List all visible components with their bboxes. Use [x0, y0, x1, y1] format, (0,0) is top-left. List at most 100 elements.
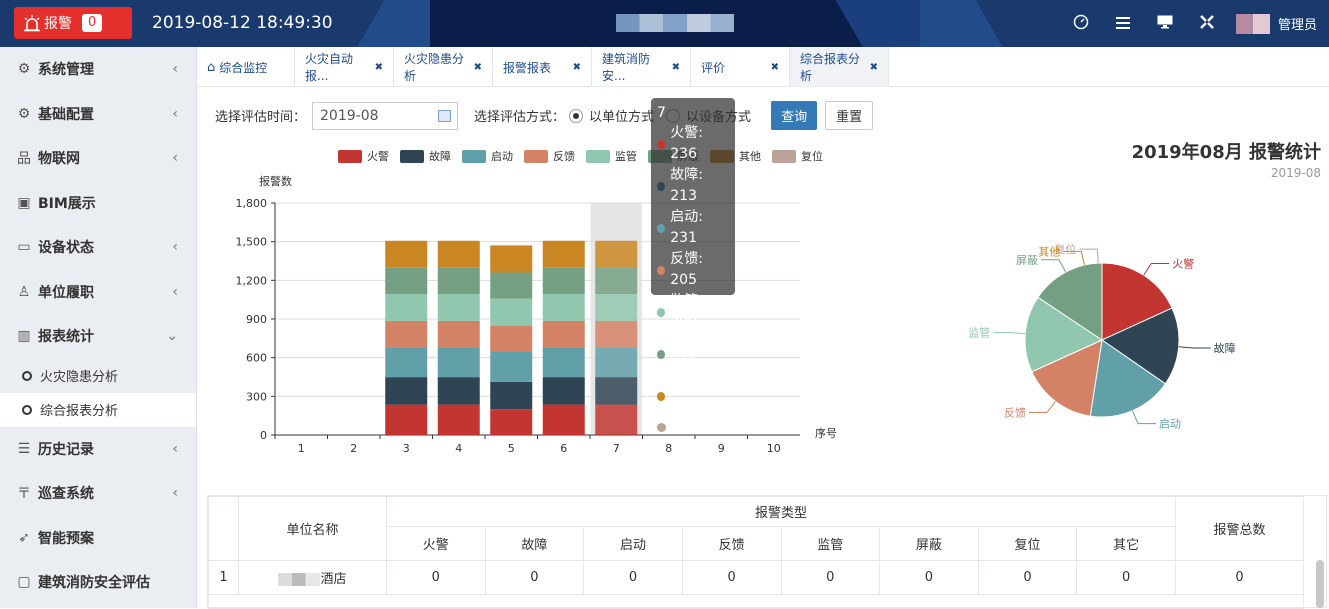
sidebar-item-label: 巡查系统 — [38, 486, 94, 503]
x-tick-label: 1 — [298, 442, 305, 455]
tab-fire-hazard[interactable]: 火灾隐患分析 ✖ — [394, 47, 493, 87]
tooltip-title: 7 — [657, 105, 666, 121]
calendar-icon[interactable] — [438, 109, 452, 122]
sidebar-item-label: 智能预案 — [38, 530, 94, 547]
unit-name-redacted — [278, 573, 321, 586]
alarm-button[interactable]: 报警 0 — [14, 7, 132, 39]
sidebar-item-system[interactable]: ⚙ 系统管理 ‹ — [0, 47, 196, 92]
scrollbar[interactable] — [1316, 560, 1324, 608]
avatar[interactable] — [1235, 13, 1270, 34]
bar-segment — [542, 240, 585, 268]
tab-fire-auto[interactable]: 火灾自动报... ✖ — [295, 47, 394, 87]
y-tick-label: 1,800 — [236, 197, 268, 210]
legend-label: 反馈 — [553, 150, 575, 163]
sidebar-item-label: 系统管理 — [38, 62, 94, 79]
image-icon: ▣ — [17, 194, 31, 211]
tab-comprehensive-report[interactable]: 综合报表分析 ✖ — [790, 47, 889, 87]
sidebar-item-label: 设备状态 — [38, 240, 94, 257]
fullscreen-icon[interactable] — [1186, 14, 1228, 33]
chart-tooltip: 7 火警: 236 故障: 213 启动: 231 反馈: 205 监管: 209 屏蔽:… — [651, 98, 735, 435]
tab-alarm-report[interactable]: 报警报表 ✖ — [493, 47, 592, 87]
tooltip-row: 屏蔽: 203 — [657, 333, 729, 375]
sidebar-item-reports[interactable]: ▥ 报表统计 ⌄ — [0, 314, 196, 359]
x-tick-label: 7 — [613, 442, 620, 455]
table-cell: 0 — [583, 560, 683, 595]
sidebar-subitem-comprehensive-report[interactable]: 综合报表分析 — [0, 392, 196, 427]
table-index-header — [208, 496, 239, 561]
bar-segment — [385, 377, 428, 405]
circle-icon — [22, 404, 32, 415]
date-value: 2019-08 — [320, 107, 379, 124]
tab-label: 报警报表 — [503, 60, 552, 75]
mode-unit-label: 以单位方式 — [589, 110, 655, 125]
x-axis-label: 序号 — [815, 426, 837, 440]
table-cell: 0 — [681, 560, 782, 595]
username[interactable]: 管理员 — [1278, 14, 1317, 33]
chevron-left-icon: ‹ — [172, 440, 178, 457]
bar-chart-icon: ▥ — [17, 328, 31, 345]
tooltip-text: 复位: 0 — [671, 419, 718, 435]
bar-segment — [385, 240, 428, 268]
sidebar-item-iot[interactable]: 品物联网 ‹ — [0, 136, 196, 181]
close-icon[interactable]: ✖ — [771, 62, 779, 73]
bar-segment — [542, 267, 585, 294]
sidebar-item-unit-duty[interactable]: ♙ 单位履职 ‹ — [0, 270, 196, 315]
close-icon[interactable]: ✖ — [573, 62, 581, 73]
sidebar-item-label: BIM展示 — [38, 195, 96, 212]
sidebar-item-smart-plan[interactable]: ➶ 智能预案 — [0, 516, 196, 561]
bar-segment — [385, 404, 428, 435]
tooltip-dot — [657, 223, 666, 233]
legend-label: 火警 — [367, 149, 389, 163]
legend-swatch — [462, 150, 486, 163]
sidebar-item-label: 物联网 — [38, 151, 80, 168]
sidebar-item-safety-eval[interactable]: ▢ 建筑消防安全评估 — [0, 560, 196, 605]
table-row-partial — [208, 594, 1304, 609]
pie-label: 其他 — [1038, 245, 1060, 258]
tooltip-text: 启动: 231 — [670, 209, 703, 246]
menu-icon[interactable] — [1102, 14, 1144, 33]
pie-leader-line — [1143, 262, 1170, 276]
tab-evaluation[interactable]: 评价 ✖ — [691, 47, 790, 87]
legend-swatch — [586, 150, 610, 163]
tab-building-safety[interactable]: 建筑消防安... ✖ — [592, 47, 691, 87]
bar-segment — [437, 267, 480, 294]
close-icon[interactable]: ✖ — [375, 62, 383, 73]
sidebar-subitem-label: 火灾隐患分析 — [40, 370, 119, 385]
close-icon[interactable]: ✖ — [870, 62, 878, 73]
sidebar-item-label: 单位履职 — [38, 284, 94, 301]
tab-label: 建筑消防安... — [602, 52, 651, 83]
table-header-type-group: 报警类型 — [386, 496, 1176, 527]
sidebar-item-history[interactable]: ☰ 历史记录 ‹ — [0, 427, 196, 472]
top-bar: 报警 0 2019-08-12 18:49:30 管理员 — [0, 0, 1329, 47]
sidebar-item-device-status[interactable]: ▭ 设备状态 ‹ — [0, 225, 196, 270]
table-header-type: 复位 — [977, 526, 1078, 561]
x-tick-label: 10 — [767, 442, 781, 455]
chevron-left-icon: ‹ — [172, 283, 178, 300]
close-icon[interactable]: ✖ — [474, 62, 482, 73]
radio-unit-mode[interactable] — [569, 108, 584, 123]
close-icon[interactable]: ✖ — [672, 62, 680, 73]
table-header-type: 故障 — [484, 526, 585, 561]
sidebar-item-base-config[interactable]: ⚙ 基础配置 ‹ — [0, 92, 196, 137]
monitor-icon[interactable] — [1144, 14, 1186, 33]
dashboard-icon[interactable] — [1060, 14, 1102, 34]
tab-monitor[interactable]: ⌂ 综合监控 — [197, 47, 295, 87]
tooltip-text: 故障: 213 — [670, 167, 703, 204]
sidebar-item-patrol[interactable]: 〒巡查系统 ‹ — [0, 471, 196, 516]
bar-segment — [595, 377, 638, 405]
date-input[interactable]: 2019-08 — [312, 101, 459, 130]
row-index: 1 — [208, 560, 239, 595]
reset-button[interactable]: 重置 — [825, 101, 874, 130]
tooltip-dot — [657, 139, 666, 149]
tooltip-row: 启动: 231 — [657, 207, 729, 249]
tooltip-dot — [657, 307, 666, 317]
bar-segment — [385, 293, 428, 321]
x-tick-label: 2 — [350, 442, 357, 455]
bar-segment — [542, 404, 585, 435]
sidebar-item-bim[interactable]: ▣ BIM展示 — [0, 181, 196, 226]
tooltip-dot — [657, 265, 666, 275]
sidebar-subitem-fire-hazard[interactable]: 火灾隐患分析 — [0, 359, 196, 393]
pie-chart: 火警故障启动反馈监管屏蔽复位其他 — [968, 242, 1235, 430]
tooltip-dot — [657, 423, 666, 432]
query-button[interactable]: 查询 — [771, 101, 818, 130]
